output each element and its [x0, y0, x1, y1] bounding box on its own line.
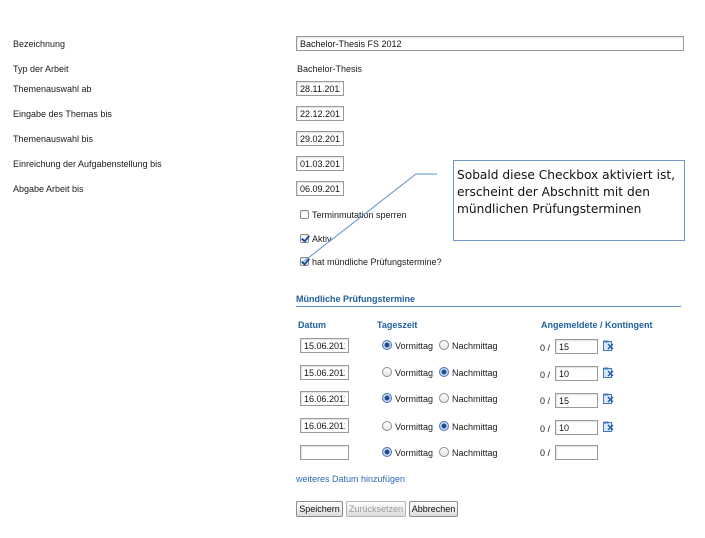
- registered-count: 0 /: [540, 424, 551, 434]
- nachmittag-radio[interactable]: [439, 367, 449, 377]
- delete-date-icon[interactable]: [603, 367, 614, 378]
- column-header-date: Datum: [298, 320, 327, 330]
- nachmittag-radio[interactable]: [439, 421, 449, 431]
- nachmittag-label: Nachmittag: [452, 422, 498, 432]
- vormittag-label: Vormittag: [395, 341, 434, 351]
- nachmittag-label: Nachmittag: [452, 341, 498, 351]
- cancel-button[interactable]: Abbrechen: [409, 501, 458, 517]
- exam-date-input[interactable]: [300, 418, 349, 433]
- delete-date-icon[interactable]: [603, 421, 614, 432]
- nachmittag-label: Nachmittag: [452, 368, 498, 378]
- vormittag-radio[interactable]: [382, 421, 392, 431]
- registered-count: 0 /: [540, 396, 551, 406]
- quota-input[interactable]: [555, 445, 598, 460]
- registered-count: 0 /: [540, 448, 551, 458]
- reset-button[interactable]: Zurücksetzen: [346, 501, 406, 517]
- delete-date-icon[interactable]: [603, 393, 614, 404]
- vormittag-label: Vormittag: [395, 422, 434, 432]
- exam-section-title: Mündliche Prüfungstermine: [296, 294, 416, 304]
- nachmittag-label: Nachmittag: [452, 448, 498, 458]
- exam-date-input[interactable]: [300, 445, 349, 460]
- vormittag-radio[interactable]: [382, 393, 392, 403]
- vormittag-radio[interactable]: [382, 447, 392, 457]
- nachmittag-radio[interactable]: [439, 340, 449, 350]
- annotation-callout: Sobald diese Checkbox aktiviert ist, ers…: [453, 160, 685, 241]
- vormittag-radio[interactable]: [382, 340, 392, 350]
- vormittag-label: Vormittag: [395, 394, 434, 404]
- quota-input[interactable]: [555, 339, 598, 354]
- add-date-link[interactable]: weiteres Datum hinzufügen: [296, 474, 405, 484]
- callout-connector: [302, 173, 437, 263]
- column-header-count: Angemeldete / Kontingent: [541, 320, 653, 330]
- exam-date-input[interactable]: [300, 338, 349, 353]
- delete-date-icon[interactable]: [603, 340, 614, 351]
- exam-date-input[interactable]: [300, 365, 349, 380]
- vormittag-label: Vormittag: [395, 368, 434, 378]
- registered-count: 0 /: [540, 370, 551, 380]
- save-button[interactable]: Speichern: [296, 501, 343, 517]
- quota-input[interactable]: [555, 393, 598, 408]
- exam-section-divider: [296, 306, 681, 307]
- vormittag-label: Vormittag: [395, 448, 434, 458]
- nachmittag-radio[interactable]: [439, 393, 449, 403]
- vormittag-radio[interactable]: [382, 367, 392, 377]
- registered-count: 0 /: [540, 343, 551, 353]
- column-header-time: Tageszeit: [377, 320, 418, 330]
- nachmittag-radio[interactable]: [439, 447, 449, 457]
- nachmittag-label: Nachmittag: [452, 394, 498, 404]
- quota-input[interactable]: [555, 366, 598, 381]
- quota-input[interactable]: [555, 420, 598, 435]
- exam-date-input[interactable]: [300, 391, 349, 406]
